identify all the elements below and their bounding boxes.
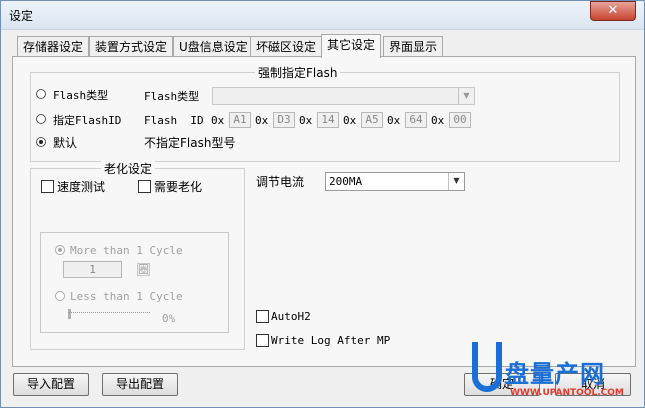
current-select[interactable]: 200MA ▼ [325, 172, 465, 191]
default-radio[interactable] [36, 137, 46, 147]
more-than-cycle-radio[interactable] [55, 245, 65, 255]
current-label: 调节电流 [256, 175, 305, 189]
flash-id-byte-4[interactable]: A5 [361, 112, 383, 128]
title-bar: 设定 [1, 1, 644, 30]
slider-ticks [68, 312, 150, 313]
default-radio-label: 默认 [53, 136, 78, 150]
tab-interface-display[interactable]: 界面显示 [383, 36, 444, 57]
chevron-down-icon: ▼ [448, 173, 464, 190]
aging-percent-slider[interactable] [68, 306, 150, 320]
need-aging-label: 需要老化 [154, 180, 203, 194]
flash-id-byte-1[interactable]: A1 [229, 112, 251, 128]
flash-type-radio-label: Flash类型 [53, 89, 109, 102]
speed-test-label: 速度测试 [57, 180, 106, 194]
tab-install-mode[interactable]: 装置方式设定 [89, 36, 174, 57]
tab-other-settings[interactable]: 其它设定 [321, 34, 382, 58]
cycle-unit-label: 圈 [137, 263, 150, 276]
flash-id-byte-2[interactable]: D3 [273, 112, 295, 128]
less-than-cycle-label: Less than 1 Cycle [70, 290, 183, 303]
flash-type-radio[interactable] [36, 89, 46, 99]
write-log-label: Write Log After MP [271, 334, 391, 347]
import-config-button[interactable]: 导入配置 [13, 373, 89, 396]
flash-id-byte-5[interactable]: 64 [405, 112, 427, 128]
less-than-cycle-radio[interactable] [55, 291, 65, 301]
write-log-checkbox[interactable] [256, 334, 269, 347]
tab-udisk-info[interactable]: U盘信息设定 [173, 36, 254, 57]
hex-prefix: 0x [431, 114, 445, 127]
flash-type-select[interactable]: ▼ [212, 87, 475, 105]
hex-prefix: 0x [299, 114, 313, 127]
flash-id-radio[interactable] [36, 114, 46, 124]
aging-percent-label: 0% [162, 312, 176, 325]
default-description: 不指定Flash型号 [144, 136, 236, 150]
hex-prefix: 0x [211, 114, 225, 127]
flash-id-label: Flash ID [144, 114, 204, 127]
upantool-logo-icon [470, 342, 506, 398]
tab-storage[interactable]: 存储器设定 [17, 36, 90, 57]
watermark-url: WWW.UPANTOOL.COM [510, 388, 624, 398]
window-title: 设定 [9, 9, 34, 23]
autoh2-label: AutoH2 [271, 310, 311, 323]
close-button[interactable]: ✕ [590, 1, 636, 21]
tab-bad-sector[interactable]: 坏磁区设定 [250, 36, 323, 57]
slider-thumb[interactable] [68, 309, 71, 319]
speed-test-checkbox[interactable] [41, 180, 54, 193]
flash-id-byte-3[interactable]: 14 [317, 112, 339, 128]
hex-prefix: 0x [255, 114, 269, 127]
hex-prefix: 0x [343, 114, 357, 127]
aging-legend: 老化设定 [101, 160, 156, 177]
flash-id-radio-label: 指定FlashID [53, 114, 122, 127]
force-flash-legend: 强制指定Flash [255, 64, 341, 81]
hex-prefix: 0x [387, 114, 401, 127]
flash-id-byte-6[interactable]: 00 [449, 112, 471, 128]
more-than-cycle-label: More than 1 Cycle [70, 244, 183, 257]
need-aging-checkbox[interactable] [138, 180, 151, 193]
chevron-down-icon: ▼ [458, 88, 474, 104]
cycle-count-input[interactable]: 1 [63, 261, 122, 278]
autoh2-checkbox[interactable] [256, 310, 269, 323]
export-config-button[interactable]: 导出配置 [102, 373, 178, 396]
flash-type-label: Flash类型 [144, 90, 200, 103]
watermark-brand: 盘量产网 [505, 360, 605, 388]
